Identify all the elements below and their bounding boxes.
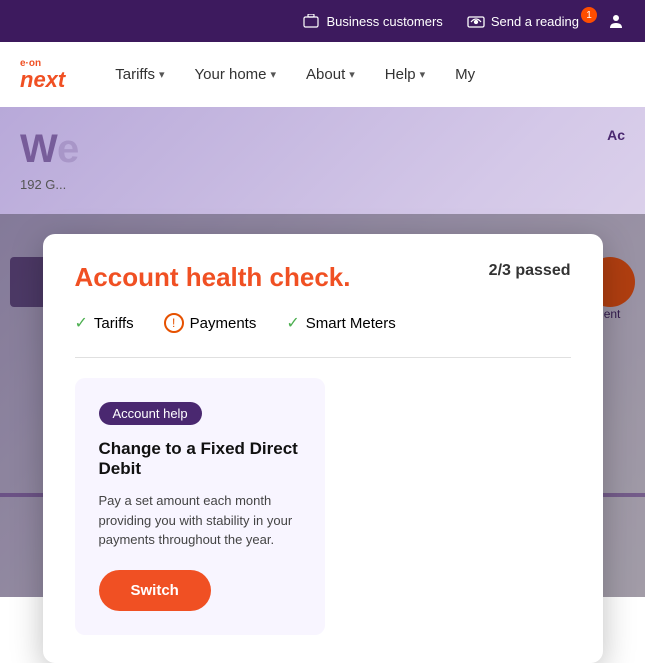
health-check-modal: Account health check. 2/3 passed ✓ Tarif… xyxy=(43,234,603,663)
about-label: About xyxy=(306,66,345,83)
card-title: Change to a Fixed Direct Debit xyxy=(99,439,301,479)
smart-meters-check: ✓ Smart Meters xyxy=(286,313,395,333)
smart-meters-check-label: Smart Meters xyxy=(306,315,396,332)
person-icon xyxy=(607,12,625,30)
background-content: We 192 G... Ac t paym payment ment is s … xyxy=(0,107,645,597)
tariffs-check-icon: ✓ xyxy=(75,313,88,333)
notification-badge: 1 xyxy=(581,7,597,23)
send-reading-label: Send a reading xyxy=(491,14,579,29)
account-help-card: Account help Change to a Fixed Direct De… xyxy=(75,378,325,635)
tariffs-check-label: Tariffs xyxy=(94,315,134,332)
my-nav[interactable]: My xyxy=(455,66,475,83)
payments-check-label: Payments xyxy=(190,315,257,332)
business-customers-label: Business customers xyxy=(326,14,442,29)
your-home-chevron-icon: ▾ xyxy=(271,68,277,81)
meter-icon xyxy=(467,12,485,30)
logo[interactable]: e·on next xyxy=(20,58,65,91)
address-text: 192 G... xyxy=(20,177,625,192)
top-bar: Business customers Send a reading 1 xyxy=(0,0,645,42)
card-tag: Account help xyxy=(99,402,202,425)
modal-overlay: Account health check. 2/3 passed ✓ Tarif… xyxy=(0,214,645,597)
payments-warning-icon: ! xyxy=(164,313,184,333)
smart-meters-check-icon: ✓ xyxy=(286,313,299,333)
welcome-text: We xyxy=(20,127,625,172)
your-home-nav[interactable]: Your home ▾ xyxy=(195,66,277,83)
switch-button[interactable]: Switch xyxy=(99,570,211,611)
tariffs-label: Tariffs xyxy=(115,66,155,83)
logo-next: next xyxy=(20,69,65,91)
help-label: Help xyxy=(385,66,416,83)
business-customers-link[interactable]: Business customers xyxy=(302,12,442,30)
modal-divider xyxy=(75,357,571,358)
card-description: Pay a set amount each month providing yo… xyxy=(99,491,301,550)
tariffs-nav[interactable]: Tariffs ▾ xyxy=(115,66,164,83)
help-nav[interactable]: Help ▾ xyxy=(385,66,425,83)
account-label: Ac xyxy=(607,127,625,143)
payments-check: ! Payments xyxy=(164,313,257,333)
about-nav[interactable]: About ▾ xyxy=(306,66,355,83)
modal-title: Account health check. xyxy=(75,262,351,293)
tariffs-check: ✓ Tariffs xyxy=(75,313,134,333)
nav-bar: e·on next Tariffs ▾ Your home ▾ About ▾ … xyxy=(0,42,645,107)
your-home-label: Your home xyxy=(195,66,267,83)
about-chevron-icon: ▾ xyxy=(349,68,355,81)
send-reading-link[interactable]: Send a reading 1 xyxy=(467,12,625,30)
briefcase-icon xyxy=(302,12,320,30)
tariffs-chevron-icon: ▾ xyxy=(159,68,165,81)
checks-row: ✓ Tariffs ! Payments ✓ Smart Meters xyxy=(75,313,571,333)
help-chevron-icon: ▾ xyxy=(420,68,426,81)
modal-header: Account health check. 2/3 passed xyxy=(75,262,571,293)
passed-badge: 2/3 passed xyxy=(489,262,571,280)
